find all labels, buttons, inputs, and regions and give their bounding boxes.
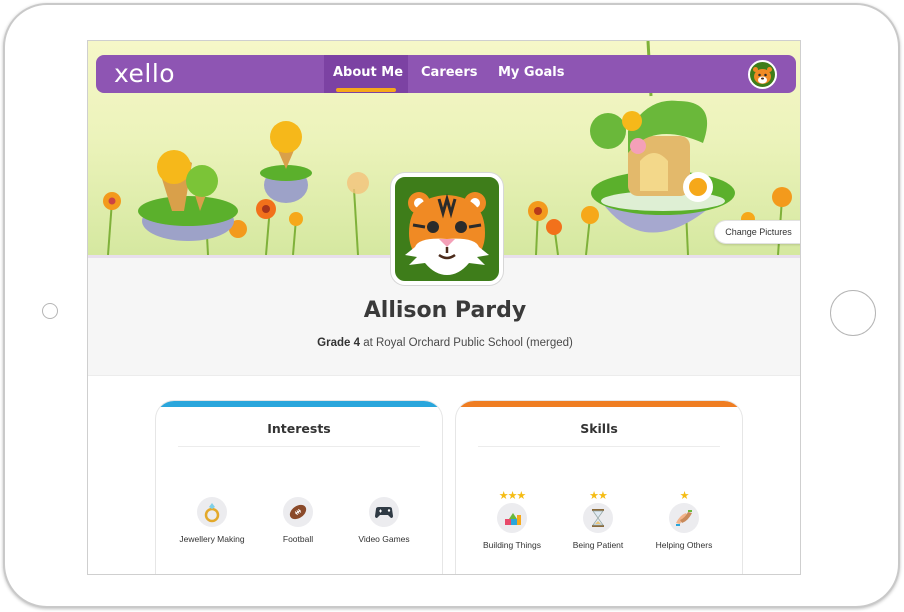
interest-item-jewellery-making[interactable]: Jewellery Making xyxy=(167,497,257,544)
skill-item-helping-others[interactable]: ★ Helping Others xyxy=(639,489,729,551)
skill-label: Building Things xyxy=(483,540,541,550)
profile-avatar[interactable] xyxy=(391,173,503,285)
skill-stars-2: ★★ xyxy=(589,489,608,502)
skills-divider xyxy=(478,446,720,447)
student-name: Allison Pardy xyxy=(363,298,527,323)
interest-label: Video Games xyxy=(358,534,410,544)
tiger-icon xyxy=(405,192,489,275)
helping-hands-icon xyxy=(669,503,699,533)
interests-title: Interests xyxy=(267,421,331,436)
skills-accent-bar xyxy=(456,401,742,407)
skill-label: Helping Others xyxy=(655,540,713,550)
skills-card: Skills ★★★ Building Things ★★ Being Pati… xyxy=(456,401,742,574)
grade-school-line: Grade 4 at Royal Orchard Public School (… xyxy=(88,337,800,349)
skill-label: Being Patient xyxy=(572,540,624,550)
nav-about-me[interactable]: About Me xyxy=(333,65,403,80)
skill-stars-3: ★★★ xyxy=(498,489,527,502)
football-icon xyxy=(283,497,313,527)
nav-my-goals[interactable]: My Goals xyxy=(498,65,565,80)
front-camera xyxy=(42,303,58,319)
skill-item-being-patient[interactable]: ★★ Being Patient xyxy=(553,489,643,551)
skill-item-building-things[interactable]: ★★★ Building Things xyxy=(467,489,557,551)
home-button[interactable] xyxy=(830,290,876,336)
interest-label: Jewellery Making xyxy=(179,534,245,544)
app-screen: xello About Me Careers My Goals Change P… xyxy=(87,40,801,575)
interests-accent-bar xyxy=(156,401,442,407)
gamepad-icon xyxy=(369,497,399,527)
xello-logo[interactable]: xello xyxy=(114,59,175,88)
hourglass-icon xyxy=(583,503,613,533)
skill-stars-1: ★ xyxy=(679,489,690,502)
user-avatar-menu[interactable] xyxy=(748,60,777,89)
interest-label: Football xyxy=(282,534,314,544)
nav-active-underline xyxy=(336,88,396,92)
top-navbar: xello About Me Careers My Goals xyxy=(96,55,796,93)
interest-item-football[interactable]: Football xyxy=(253,497,343,544)
nav-careers[interactable]: Careers xyxy=(421,65,478,80)
interest-item-video-games[interactable]: Video Games xyxy=(339,497,429,544)
skills-title: Skills xyxy=(580,421,618,436)
tiger-icon xyxy=(753,67,772,84)
interests-divider xyxy=(178,446,420,447)
blocks-icon xyxy=(497,503,527,533)
change-pictures-button[interactable]: Change Pictures xyxy=(714,220,800,244)
school-label: at Royal Orchard Public School (merged) xyxy=(363,337,573,349)
interests-card: Interests Jewellery Making Football Vide… xyxy=(156,401,442,574)
ring-icon xyxy=(197,497,227,527)
grade-label: Grade 4 xyxy=(317,337,360,349)
